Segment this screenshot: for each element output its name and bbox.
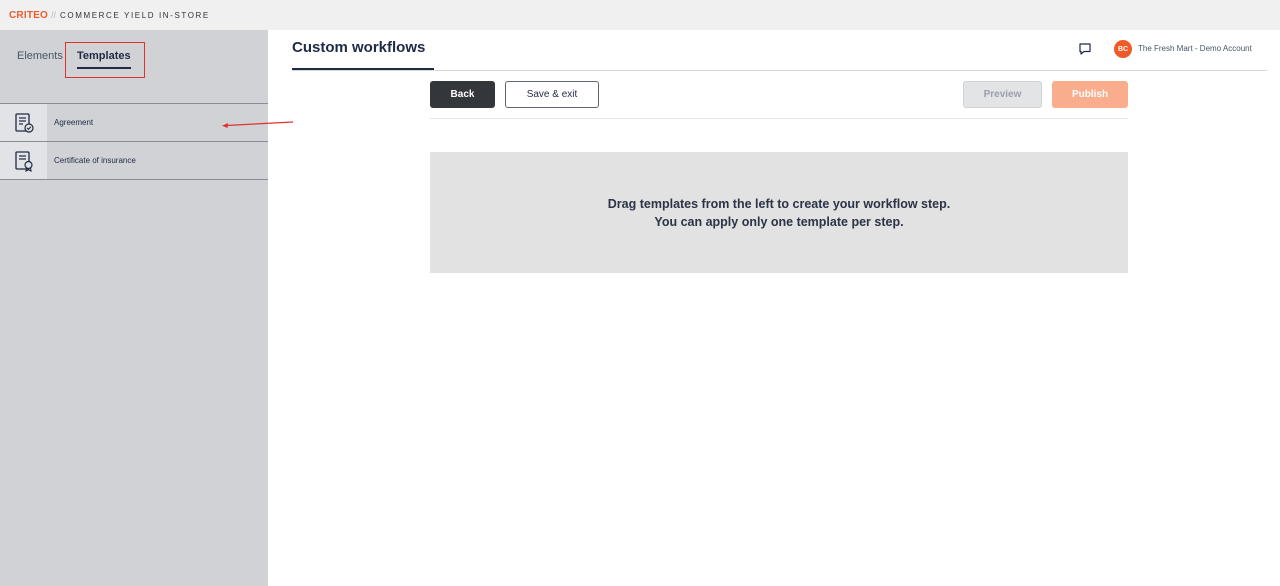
page-title: Custom workflows — [292, 39, 426, 56]
workflow-toolbar: Back Save & exit Preview Publish — [430, 81, 1128, 119]
annotation-arrow-icon — [222, 121, 294, 128]
top-bar: CRITEO // COMMERCE YIELD IN-STORE — [0, 0, 1280, 30]
template-list: Agreement Certificate of insurance — [0, 103, 268, 180]
account-name[interactable]: The Fresh Mart - Demo Account — [1138, 44, 1252, 53]
template-drop-zone[interactable]: Drag templates from the left to create y… — [430, 152, 1128, 273]
avatar[interactable]: BC — [1114, 40, 1132, 58]
annotation-highlight-box — [65, 42, 145, 78]
certificate-document-icon — [0, 142, 47, 179]
product-name: COMMERCE YIELD IN-STORE — [60, 10, 210, 20]
publish-button[interactable]: Publish — [1052, 81, 1128, 108]
brand-separator: // — [50, 10, 56, 20]
drop-zone-instruction: Drag templates from the left to create y… — [607, 196, 951, 211]
preview-button[interactable]: Preview — [963, 81, 1042, 108]
sidebar-tabs: Elements Templates — [0, 30, 268, 103]
back-button[interactable]: Back — [430, 81, 495, 108]
brand-logo[interactable]: CRITEO — [9, 10, 48, 21]
save-exit-button[interactable]: Save & exit — [505, 81, 599, 108]
sidebar: Elements Templates Agreement Certificate… — [0, 30, 268, 586]
tab-elements[interactable]: Elements — [17, 50, 63, 62]
agreement-document-icon — [0, 104, 47, 141]
template-label: Agreement — [54, 118, 94, 127]
template-item-certificate-of-insurance[interactable]: Certificate of insurance — [0, 142, 268, 180]
chat-bubble-icon[interactable] — [1078, 42, 1092, 56]
page-title-underline — [292, 68, 434, 70]
drop-zone-note: You can apply only one template per step… — [654, 214, 904, 229]
template-label: Certificate of insurance — [54, 156, 136, 165]
main-header: Custom workflows BC The Fresh Mart - Dem… — [292, 30, 1267, 71]
